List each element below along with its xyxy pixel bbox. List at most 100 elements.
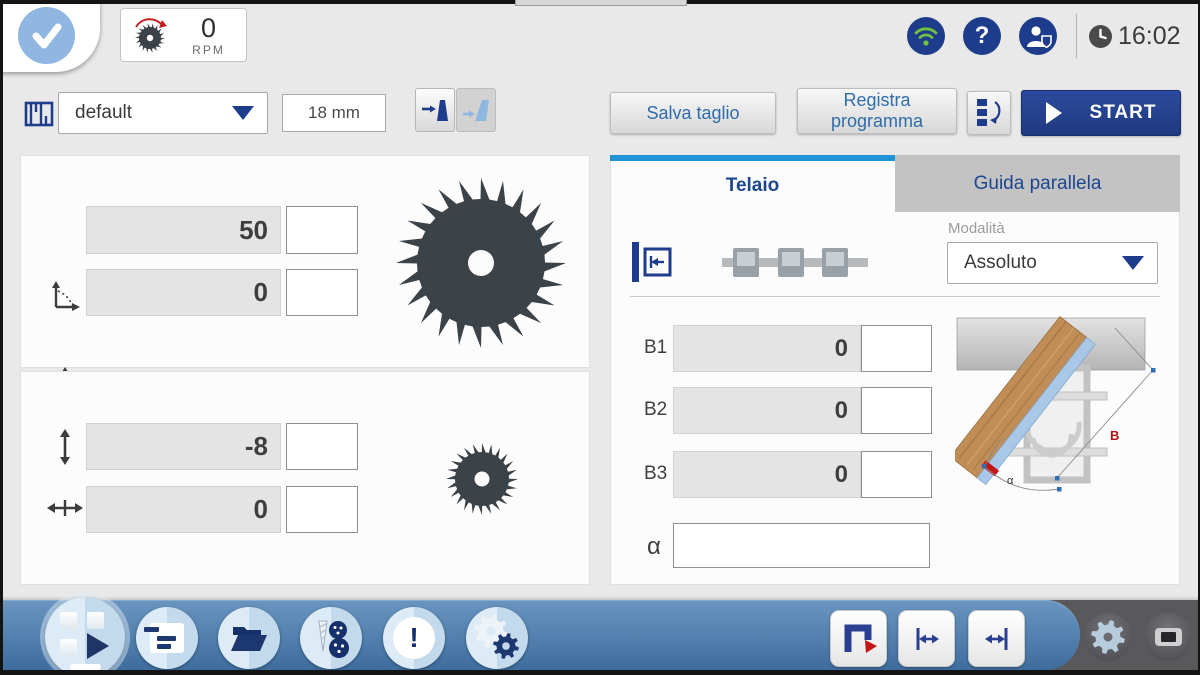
wifi-icon (914, 27, 938, 46)
scoring-blade-offset-field[interactable]: 0 (86, 486, 281, 533)
blade-left-toggle[interactable] (415, 88, 455, 132)
move-right-icon (984, 627, 1007, 650)
scoring-blade-height-field[interactable]: -8 (86, 423, 281, 470)
question-icon: ? (974, 22, 990, 49)
scoring-blade-image (446, 443, 518, 515)
diagram-b-label: B (1110, 428, 1119, 443)
blade-right-icon (463, 100, 489, 121)
fence-stop-3[interactable] (822, 248, 848, 277)
b2-field[interactable]: 0 (673, 387, 861, 434)
display-icon (1154, 628, 1182, 646)
record-program-button[interactable]: Registra programma (797, 88, 957, 134)
alerts-button[interactable]: ! (383, 607, 445, 669)
move-left-stop-button[interactable] (898, 610, 955, 667)
move-right-stop-button[interactable] (968, 610, 1025, 667)
bezel-left (0, 0, 3, 675)
bezel-bottom (0, 670, 1200, 675)
main-blade-panel: 50 0 (20, 155, 590, 403)
display-button[interactable] (1144, 613, 1192, 661)
tools-icon (318, 620, 349, 658)
diagram-alpha-label: α (1007, 475, 1014, 487)
chevron-down-icon (1122, 256, 1144, 270)
angle-icon (49, 280, 81, 312)
start-label: START (1089, 102, 1157, 124)
b2-label: B2 (644, 399, 668, 420)
b3-field[interactable]: 0 (673, 451, 861, 498)
frame-guard-icon (844, 624, 877, 653)
folder-icon (231, 627, 267, 651)
exclamation-icon: ! (393, 617, 435, 659)
program-list-icon (977, 99, 1001, 126)
tools-button[interactable] (300, 607, 362, 669)
run-play-icon (87, 633, 109, 659)
main-blade-height-field[interactable]: 50 (86, 206, 281, 254)
main-blade-image (396, 178, 566, 348)
b3-input[interactable] (861, 451, 932, 498)
time-text: 16:02 (1118, 22, 1181, 50)
machine-hmi-screen: 0 RPM ? 16:02 default 18 mm 50 0 -8 0 Sa… (0, 0, 1200, 675)
cutting-diagram: B α (955, 316, 1156, 492)
rpm-gauge: 0 RPM (120, 8, 247, 62)
b1-field[interactable]: 0 (673, 325, 861, 372)
save-cut-button[interactable]: Salva taglio (610, 92, 776, 134)
main-blade-height-input[interactable] (286, 206, 358, 254)
system-settings-button[interactable] (1084, 613, 1132, 661)
play-icon (1045, 102, 1062, 124)
alpha-input[interactable] (673, 523, 930, 568)
main-blade-angle-field[interactable]: 0 (86, 269, 281, 316)
grid-square (87, 612, 104, 629)
confirm-button[interactable] (18, 7, 75, 64)
system-gear-icon (1091, 620, 1125, 654)
scoring-blade-offset-input[interactable] (286, 486, 358, 533)
section-divider (630, 296, 1160, 297)
blade-profile-value: default (75, 102, 133, 123)
mode-value: Assoluto (964, 252, 1037, 273)
frame-guard-button[interactable] (830, 610, 887, 667)
rpm-value: 0 (200, 12, 217, 43)
b2-input[interactable] (861, 387, 932, 434)
blade-left-icon (422, 100, 448, 121)
top-drawer-handle[interactable] (515, 0, 687, 6)
blade-profile-select[interactable]: default (58, 92, 268, 134)
mode-label: Modalità (948, 220, 1005, 237)
list-icon (144, 623, 184, 653)
folder-button[interactable] (218, 607, 280, 669)
b1-input[interactable] (861, 325, 932, 372)
rpm-unit: RPM (192, 42, 225, 57)
start-button[interactable]: START (1021, 90, 1181, 136)
fence-stop-2[interactable] (778, 248, 804, 277)
settings-button[interactable] (466, 607, 528, 669)
mode-select[interactable]: Assoluto (947, 242, 1158, 284)
thickness-input[interactable]: 18 mm (282, 94, 386, 132)
user-shield-icon (1027, 26, 1052, 49)
program-menu-button[interactable] (136, 607, 198, 669)
confirm-tab (0, 0, 100, 72)
scoring-blade-height-input[interactable] (286, 423, 358, 470)
grid-square (60, 612, 77, 629)
saw-rpm-icon (135, 18, 167, 53)
blade-right-toggle[interactable] (456, 88, 496, 132)
move-left-icon (916, 627, 939, 650)
chevron-down-icon (232, 106, 254, 120)
grid-square (60, 639, 77, 656)
lateral-offset-icon (47, 494, 83, 522)
b3-label: B3 (644, 463, 668, 484)
ruler-icon (24, 99, 54, 129)
clock-icon (1089, 25, 1112, 48)
program-list-button[interactable] (967, 91, 1011, 135)
b1-label: B1 (644, 337, 668, 358)
tab-guida-parallela[interactable]: Guida parallela (895, 155, 1180, 212)
header-divider (1076, 14, 1077, 58)
help-button[interactable]: ? (963, 17, 1001, 55)
main-blade-angle-input[interactable] (286, 269, 358, 316)
user-button[interactable] (1019, 17, 1057, 55)
gear-small-icon (493, 633, 519, 659)
tab-telaio[interactable]: Telaio (610, 161, 895, 211)
fence-stop-1[interactable] (733, 248, 759, 277)
check-icon (32, 23, 61, 48)
height-icon (51, 429, 79, 465)
dock-left-icon (630, 240, 672, 284)
alpha-label: α (647, 533, 661, 560)
scoring-blade-panel: -8 0 (20, 371, 590, 585)
wifi-button[interactable] (907, 17, 945, 55)
